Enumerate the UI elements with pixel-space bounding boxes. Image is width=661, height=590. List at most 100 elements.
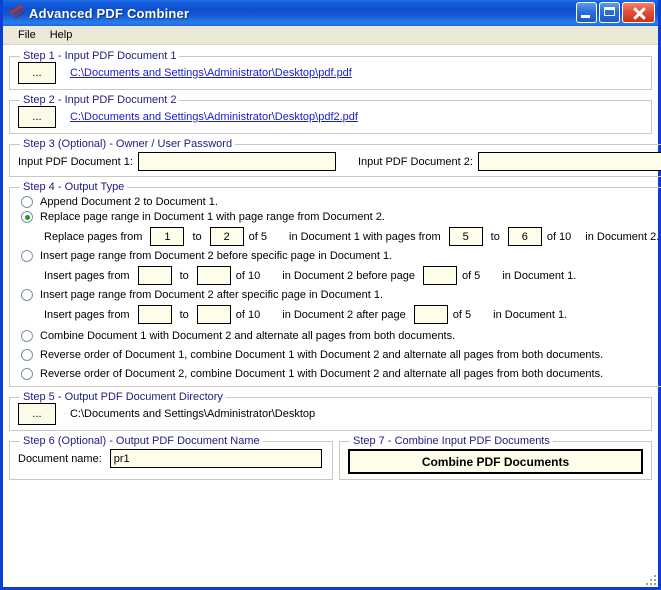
group-step1: Step 1 - Input PDF Document 1 ... C:\Doc… <box>9 50 652 90</box>
radio-insert-after-label: Insert page range from Document 2 after … <box>40 289 384 301</box>
document-name-label: Document name: <box>18 452 102 465</box>
group-step5-legend: Step 5 - Output PDF Document Directory <box>23 391 223 403</box>
password1-label: Input PDF Document 1: <box>18 155 133 168</box>
insert-after-end-label: in Document 1. <box>493 308 568 321</box>
output-directory-path: C:\Documents and Settings\Administrator\… <box>70 408 316 420</box>
radio-option-reverse-doc1[interactable]: Reverse order of Document 1, combine Doc… <box>21 349 659 361</box>
radio-append-label: Append Document 2 to Document 1. <box>40 196 218 208</box>
insert-before-from-input[interactable] <box>137 266 172 285</box>
resize-grip[interactable] <box>644 573 656 585</box>
browse-document1-button[interactable]: ... <box>18 62 56 84</box>
client-area: Step 1 - Input PDF Document 1 ... C:\Doc… <box>3 45 661 587</box>
insert-after-of-doc2-label: of 10 <box>235 308 261 321</box>
close-button[interactable] <box>622 2 655 23</box>
radio-replace-range-icon[interactable] <box>21 211 33 223</box>
radio-option-combine-alternate[interactable]: Combine Document 1 with Document 2 and a… <box>21 330 659 342</box>
radio-reverse-doc2-icon[interactable] <box>21 368 33 380</box>
insert-after-to-label: to <box>179 308 189 321</box>
step3-row: Input PDF Document 1: Input PDF Document… <box>18 152 661 171</box>
insert-before-fields: Insert pages from to of 10 in Document 2… <box>44 266 659 285</box>
radio-insert-before-icon[interactable] <box>21 250 33 262</box>
menu-help[interactable]: Help <box>43 28 80 42</box>
window-controls <box>576 2 655 23</box>
minimize-button[interactable] <box>576 2 597 23</box>
group-step3-legend: Step 3 (Optional) - Owner / User Passwor… <box>23 138 233 150</box>
radio-reverse-doc2-label: Reverse order of Document 2, combine Doc… <box>40 368 604 380</box>
maximize-button[interactable] <box>599 2 620 23</box>
insert-after-from-input[interactable] <box>137 305 172 324</box>
radio-reverse-doc1-icon[interactable] <box>21 349 33 361</box>
step6-row: Document name: <box>18 449 324 468</box>
group-step4-legend: Step 4 - Output Type <box>23 181 125 193</box>
radio-replace-range-label: Replace page range in Document 1 with pa… <box>40 211 385 223</box>
radio-option-insert-before[interactable]: Insert page range from Document 2 before… <box>21 250 659 262</box>
document1-path-link[interactable]: C:\Documents and Settings\Administrator\… <box>70 67 352 79</box>
replace-to2-label: to <box>490 230 500 243</box>
replace-to-label: to <box>192 230 202 243</box>
insert-after-page-input[interactable] <box>413 305 448 324</box>
replace-from-input[interactable] <box>150 227 185 246</box>
replace-to2-input[interactable] <box>507 227 542 246</box>
application-window: Advanced PDF Combiner File Help Step 1 -… <box>0 0 661 590</box>
group-step6-legend: Step 6 (Optional) - Output PDF Document … <box>23 435 260 447</box>
group-step3: Step 3 (Optional) - Owner / User Passwor… <box>9 138 661 177</box>
group-step1-legend: Step 1 - Input PDF Document 1 <box>23 50 177 62</box>
group-step7-legend: Step 7 - Combine Input PDF Documents <box>353 435 550 447</box>
group-step5: Step 5 - Output PDF Document Directory .… <box>9 391 652 431</box>
insert-after-fields: Insert pages from to of 10 in Document 2… <box>44 305 659 324</box>
radio-reverse-doc1-label: Reverse order of Document 1, combine Doc… <box>40 349 604 361</box>
step1-row: ... C:\Documents and Settings\Administra… <box>18 62 643 84</box>
app-script-icon <box>8 4 25 22</box>
password1-input[interactable] <box>137 152 336 171</box>
replace-to-input[interactable] <box>209 227 244 246</box>
radio-append-icon[interactable] <box>21 196 33 208</box>
radio-combine-alternate-label: Combine Document 1 with Document 2 and a… <box>40 330 456 342</box>
replace-of-doc2-label: of 10 <box>546 230 572 243</box>
radio-option-append[interactable]: Append Document 2 to Document 1. <box>21 196 659 208</box>
group-step2-legend: Step 2 - Input PDF Document 2 <box>23 94 177 106</box>
insert-before-mid-label: in Document 2 before page <box>282 269 415 282</box>
browse-document2-button[interactable]: ... <box>18 106 56 128</box>
radio-insert-before-label: Insert page range from Document 2 before… <box>40 250 393 262</box>
replace-from-label: Replace pages from <box>44 230 143 243</box>
browse-output-directory-button[interactable]: ... <box>18 403 56 425</box>
step7-row: Combine PDF Documents <box>348 449 643 474</box>
group-step7: Step 7 - Combine Input PDF Documents Com… <box>339 435 652 480</box>
replace-mid-label: in Document 1 with pages from <box>289 230 441 243</box>
radio-insert-after-icon[interactable] <box>21 289 33 301</box>
document2-path-link[interactable]: C:\Documents and Settings\Administrator\… <box>70 111 358 123</box>
group-step2: Step 2 - Input PDF Document 2 ... C:\Doc… <box>9 94 652 134</box>
radio-option-reverse-doc2[interactable]: Reverse order of Document 2, combine Doc… <box>21 368 659 380</box>
insert-before-to-label: to <box>179 269 189 282</box>
insert-before-of-doc1-label: of 5 <box>461 269 481 282</box>
insert-before-to-input[interactable] <box>196 266 231 285</box>
group-step6: Step 6 (Optional) - Output PDF Document … <box>9 435 333 480</box>
combine-pdf-documents-button[interactable]: Combine PDF Documents <box>348 449 643 474</box>
replace-range-fields: Replace pages from to of 5 in Document 1… <box>44 227 659 246</box>
insert-after-mid-label: in Document 2 after page <box>282 308 406 321</box>
radio-option-replace-range[interactable]: Replace page range in Document 1 with pa… <box>21 211 659 223</box>
bottom-section: Step 6 (Optional) - Output PDF Document … <box>9 435 652 480</box>
password2-input[interactable] <box>477 152 661 171</box>
insert-before-page-input[interactable] <box>422 266 457 285</box>
group-step4: Step 4 - Output Type Append Document 2 t… <box>9 181 661 387</box>
document-name-input[interactable] <box>109 449 322 468</box>
replace-of-doc1-label: of 5 <box>248 230 267 243</box>
radio-option-insert-after[interactable]: Insert page range from Document 2 after … <box>21 289 659 301</box>
replace-from2-input[interactable] <box>448 227 483 246</box>
insert-before-from-label: Insert pages from <box>44 269 130 282</box>
insert-after-to-input[interactable] <box>196 305 231 324</box>
password2-label: Input PDF Document 2: <box>357 155 473 168</box>
menu-file[interactable]: File <box>11 28 43 42</box>
insert-before-of-doc2-label: of 10 <box>235 269 261 282</box>
title-bar: Advanced PDF Combiner <box>3 0 658 26</box>
step5-row: ... C:\Documents and Settings\Administra… <box>18 403 643 425</box>
replace-end-label: in Document 2. <box>585 230 660 243</box>
radio-combine-alternate-icon[interactable] <box>21 330 33 342</box>
step2-row: ... C:\Documents and Settings\Administra… <box>18 106 643 128</box>
insert-before-end-label: in Document 1. <box>502 269 577 282</box>
window-title: Advanced PDF Combiner <box>29 5 190 21</box>
insert-after-of-doc1-label: of 5 <box>452 308 472 321</box>
insert-after-from-label: Insert pages from <box>44 308 130 321</box>
menu-bar: File Help <box>3 26 658 45</box>
